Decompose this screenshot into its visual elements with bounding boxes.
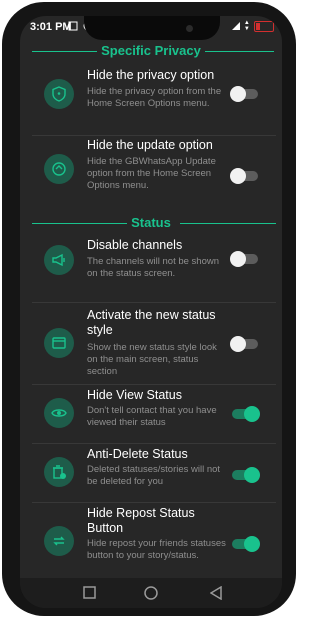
setting-hide-repost-status-button[interactable]: Hide Repost Status Button Hide repost yo…: [20, 506, 282, 576]
trash-icon: [44, 457, 74, 487]
setting-title: Hide the privacy option: [87, 68, 215, 82]
photo-icon: [68, 21, 78, 31]
section-header-privacy: Specific Privacy: [20, 43, 282, 59]
back-button[interactable]: [209, 585, 222, 605]
setting-description: Show the new status style look on the ma…: [87, 342, 217, 377]
setting-description: Deleted statuses/stories will not be del…: [87, 464, 221, 487]
divider: [32, 443, 276, 444]
setting-description: Hide the privacy option from the Home Sc…: [87, 86, 222, 109]
setting-description: Don't tell contact that you have viewed …: [87, 405, 217, 428]
battery-icon: [254, 20, 274, 32]
setting-title: Activate the new status style: [87, 308, 216, 337]
recents-button[interactable]: [83, 586, 96, 604]
setting-title: Anti-Delete Status: [87, 447, 188, 461]
setting-title: Hide the update option: [87, 138, 213, 152]
navigation-bar: [20, 578, 282, 608]
divider: [32, 384, 276, 385]
camera-icon: [186, 25, 193, 32]
home-button[interactable]: [144, 586, 158, 605]
setting-description: The channels will not be shown on the st…: [87, 256, 220, 279]
phone-frame: 3:01 PM ▲ ▼ Specific Privacy Hide the pr…: [2, 2, 296, 616]
repost-icon: [44, 526, 74, 556]
setting-description: Hide repost your friends statuses button…: [87, 538, 226, 561]
setting-title: Hide View Status: [87, 388, 182, 402]
window-icon: [44, 328, 74, 358]
screen: 3:01 PM ▲ ▼ Specific Privacy Hide the pr…: [20, 16, 282, 608]
setting-title: Disable channels: [87, 238, 183, 252]
privacy-option-toggle[interactable]: [230, 86, 258, 102]
divider: [32, 502, 276, 503]
network-speed-icon: ▲ ▼: [243, 20, 250, 32]
hide-view-status-toggle[interactable]: [232, 406, 260, 422]
signal-icon: [231, 22, 240, 30]
update-option-toggle[interactable]: [230, 168, 258, 184]
anti-delete-status-toggle[interactable]: [232, 467, 260, 483]
shield-icon: [44, 79, 74, 109]
setting-new-status-style[interactable]: Activate the new status style Show the n…: [20, 306, 282, 377]
section-title: Status: [127, 215, 175, 230]
setting-description: Hide the GBWhatsApp Update option from t…: [87, 156, 216, 191]
disable-channels-toggle[interactable]: [230, 251, 258, 267]
system-icons: ▲ ▼: [231, 20, 274, 32]
section-header-status: Status: [20, 215, 282, 231]
new-status-style-toggle[interactable]: [230, 336, 258, 352]
eye-icon: [44, 398, 74, 428]
camera-notch: [84, 16, 220, 40]
hide-repost-button-toggle[interactable]: [232, 536, 260, 552]
megaphone-icon: [44, 245, 74, 275]
setting-hide-view-status[interactable]: Hide View Status Don't tell contact that…: [20, 388, 282, 438]
update-icon: [44, 154, 74, 184]
clock: 3:01 PM: [30, 21, 72, 33]
setting-title: Hide Repost Status Button: [87, 506, 195, 535]
divider: [32, 302, 276, 303]
setting-disable-channels[interactable]: Disable channels The channels will not b…: [20, 236, 282, 302]
setting-hide-privacy-option[interactable]: Hide the privacy option Hide the privacy…: [20, 66, 282, 134]
setting-hide-update-option[interactable]: Hide the update option Hide the GBWhatsA…: [20, 136, 282, 216]
section-title: Specific Privacy: [97, 43, 205, 58]
setting-anti-delete-status[interactable]: Anti-Delete Status Deleted statuses/stor…: [20, 447, 282, 499]
